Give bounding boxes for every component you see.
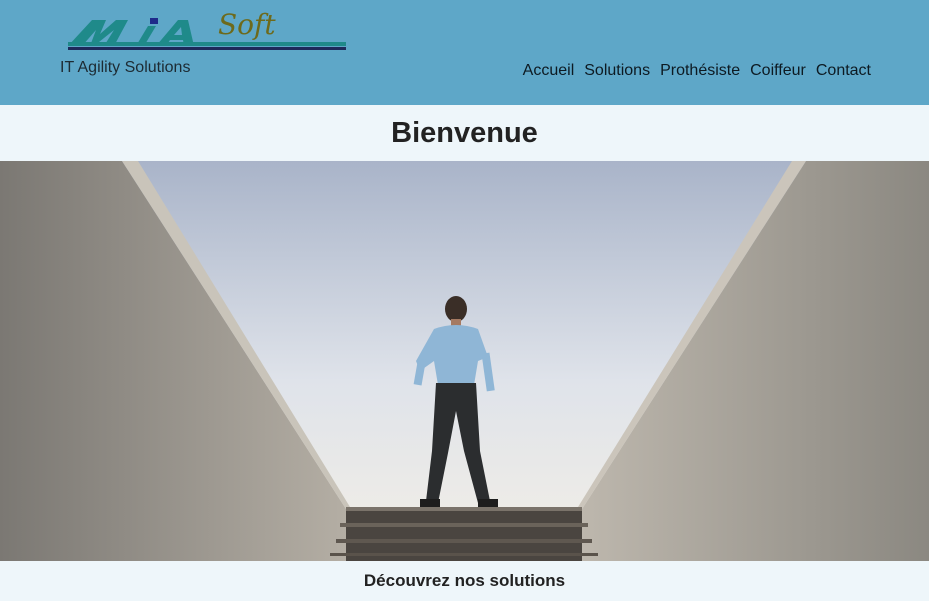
welcome-section: Bienvenue — [0, 105, 929, 161]
mia-soft-logo[interactable]: Soft — [66, 8, 348, 56]
cta-section: Découvrez nos solutions — [0, 561, 929, 601]
nav-item-prothesiste[interactable]: Prothésiste — [660, 62, 740, 80]
page-title: Bienvenue — [391, 116, 538, 149]
nav-item-coiffeur[interactable]: Coiffeur — [750, 62, 806, 80]
logo-script-text: Soft — [218, 8, 276, 41]
discover-solutions-link[interactable]: Découvrez nos solutions — [364, 571, 565, 591]
nav-item-contact[interactable]: Contact — [816, 62, 871, 80]
nav-item-accueil[interactable]: Accueil — [523, 62, 575, 80]
site-header: Soft IT Agility Solutions Accueil Soluti… — [0, 0, 929, 105]
main-nav: Accueil Solutions Prothésiste Coiffeur C… — [523, 62, 871, 80]
nav-item-solutions[interactable]: Solutions — [584, 62, 650, 80]
tagline: IT Agility Solutions — [60, 59, 191, 76]
hero-image — [0, 161, 929, 561]
